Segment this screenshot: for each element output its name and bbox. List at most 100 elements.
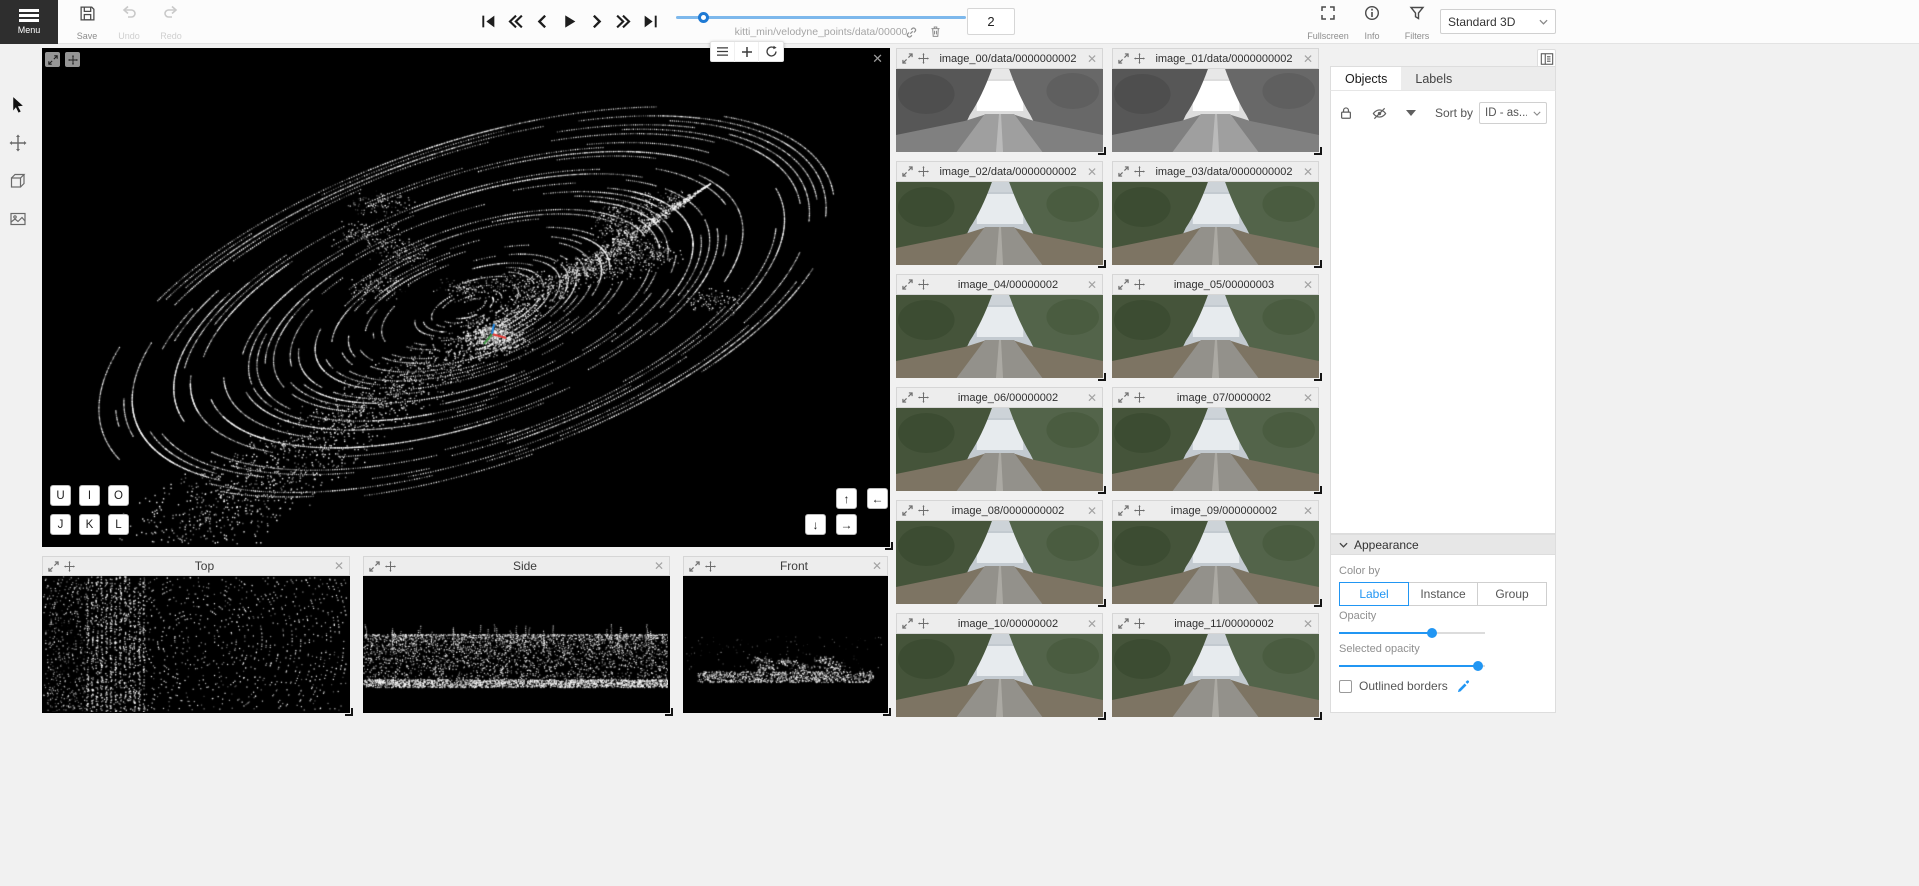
viewport-3d[interactable]: ✕ U I O J K L ↑ ← ↓ → <box>42 48 890 547</box>
expand-icon[interactable] <box>902 505 913 516</box>
reset-view-button[interactable] <box>759 42 783 62</box>
pan-icon[interactable] <box>705 561 716 572</box>
sort-select[interactable]: ID - as... <box>1479 102 1547 124</box>
expand-icon[interactable] <box>902 392 913 403</box>
close-icon[interactable]: ✕ <box>1303 505 1313 517</box>
close-icon[interactable]: ✕ <box>872 560 882 572</box>
fast-rewind-button[interactable] <box>506 12 524 30</box>
expand-icon[interactable] <box>902 166 913 177</box>
opacity-handle[interactable] <box>1427 628 1437 638</box>
close-icon[interactable]: ✕ <box>334 560 344 572</box>
camera-image[interactable] <box>1112 634 1319 717</box>
opacity-slider[interactable] <box>1339 627 1485 639</box>
close-icon[interactable]: ✕ <box>1087 166 1097 178</box>
step-back-button[interactable] <box>533 12 551 30</box>
layout-select[interactable]: Standard 3D <box>1440 9 1556 34</box>
pointcloud-canvas[interactable] <box>42 48 890 547</box>
pan-icon[interactable] <box>1134 53 1145 64</box>
expand-icon[interactable] <box>689 561 700 572</box>
pan-icon[interactable] <box>1134 279 1145 290</box>
selected-opacity-handle[interactable] <box>1473 661 1483 671</box>
timeline-handle[interactable] <box>698 12 709 23</box>
close-icon[interactable]: ✕ <box>654 560 664 572</box>
arrow-left-button[interactable]: ← <box>867 488 888 509</box>
pan-icon[interactable] <box>1134 166 1145 177</box>
camera-image[interactable] <box>896 182 1103 265</box>
arrow-down-button[interactable]: ↓ <box>805 514 826 535</box>
list-button[interactable] <box>711 42 735 62</box>
arrow-up-button[interactable]: ↑ <box>836 488 857 509</box>
pan-icon[interactable] <box>1134 618 1145 629</box>
expand-icon[interactable] <box>369 561 380 572</box>
pan-icon[interactable] <box>918 279 929 290</box>
close-icon[interactable]: ✕ <box>1303 53 1313 65</box>
front-view-canvas[interactable] <box>683 576 886 712</box>
camera-image[interactable] <box>896 295 1103 378</box>
step-forward-button[interactable] <box>587 12 605 30</box>
cuboid-tool-button[interactable] <box>3 166 32 195</box>
top-view-canvas[interactable] <box>42 576 348 712</box>
close-icon[interactable]: ✕ <box>872 51 883 67</box>
expand-icon[interactable] <box>45 52 60 67</box>
pan-icon[interactable] <box>918 618 929 629</box>
hotkey-o-button[interactable]: O <box>108 485 129 506</box>
play-button[interactable] <box>560 12 578 30</box>
skip-start-button[interactable] <box>479 12 497 30</box>
link-button[interactable] <box>903 24 919 40</box>
color-by-label-button[interactable]: Label <box>1339 582 1409 606</box>
expand-icon[interactable] <box>902 279 913 290</box>
expand-icon[interactable] <box>1118 505 1129 516</box>
color-by-instance-button[interactable]: Instance <box>1408 582 1478 606</box>
menu-button[interactable]: Menu <box>0 0 58 44</box>
eyedropper-icon[interactable] <box>1457 680 1470 693</box>
expand-icon[interactable] <box>1118 166 1129 177</box>
fullscreen-button[interactable]: Fullscreen <box>1309 5 1347 41</box>
close-icon[interactable]: ✕ <box>1303 392 1313 404</box>
delete-frame-button[interactable] <box>927 23 943 39</box>
select-tool-button[interactable] <box>3 90 32 119</box>
close-icon[interactable]: ✕ <box>1087 53 1097 65</box>
more-dropdown-button[interactable] <box>1406 110 1416 116</box>
move-tool-button[interactable] <box>3 128 32 157</box>
tab-labels[interactable]: Labels <box>1401 67 1466 90</box>
fast-forward-button[interactable] <box>614 12 632 30</box>
expand-icon[interactable] <box>1118 392 1129 403</box>
color-by-group-button[interactable]: Group <box>1477 582 1547 606</box>
timeline-slider[interactable] <box>676 16 966 19</box>
expand-icon[interactable] <box>1118 279 1129 290</box>
expand-icon[interactable] <box>902 53 913 64</box>
pan-icon[interactable] <box>1134 392 1145 403</box>
expand-icon[interactable] <box>902 618 913 629</box>
hotkey-i-button[interactable]: I <box>79 485 100 506</box>
pan-icon[interactable] <box>1134 505 1145 516</box>
selected-opacity-slider[interactable] <box>1339 660 1485 672</box>
image-tool-button[interactable] <box>3 204 32 233</box>
hide-button[interactable] <box>1372 106 1387 121</box>
arrow-right-button[interactable]: → <box>836 514 857 535</box>
hotkey-j-button[interactable]: J <box>50 514 71 535</box>
close-icon[interactable]: ✕ <box>1087 392 1097 404</box>
skip-end-button[interactable] <box>641 12 659 30</box>
filters-button[interactable]: Filters <box>1398 5 1436 41</box>
camera-image[interactable] <box>1112 295 1319 378</box>
pan-icon[interactable] <box>918 166 929 177</box>
outlined-borders-checkbox[interactable] <box>1339 680 1352 693</box>
frame-input[interactable] <box>967 8 1015 35</box>
redo-button[interactable]: Redo <box>152 5 190 41</box>
pan-icon[interactable] <box>918 505 929 516</box>
close-icon[interactable]: ✕ <box>1087 505 1097 517</box>
close-icon[interactable]: ✕ <box>1303 618 1313 630</box>
pan-icon[interactable] <box>918 392 929 403</box>
pan-icon[interactable] <box>385 561 396 572</box>
camera-image[interactable] <box>896 408 1103 491</box>
info-button[interactable]: Info <box>1353 5 1391 41</box>
camera-image[interactable] <box>1112 408 1319 491</box>
hotkey-l-button[interactable]: L <box>108 514 129 535</box>
pan-icon[interactable] <box>64 561 75 572</box>
camera-image[interactable] <box>896 69 1103 152</box>
hotkey-u-button[interactable]: U <box>50 485 71 506</box>
save-button[interactable]: Save <box>68 5 106 41</box>
pan-icon[interactable] <box>918 53 929 64</box>
camera-image[interactable] <box>1112 182 1319 265</box>
lock-button[interactable] <box>1339 106 1353 120</box>
